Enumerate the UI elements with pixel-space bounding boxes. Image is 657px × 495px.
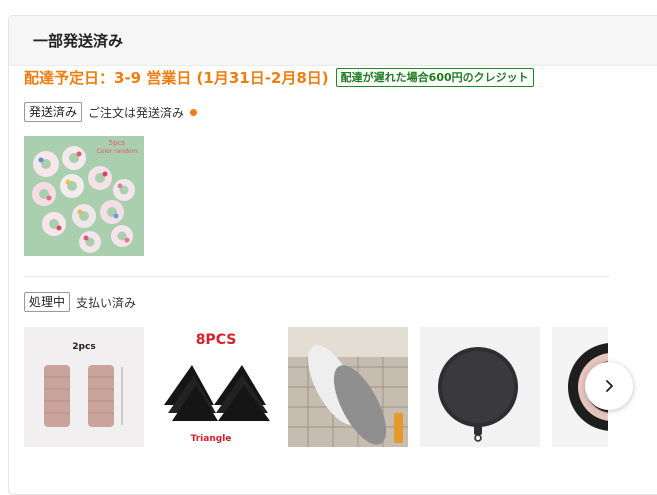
product-thumbnail-insoles[interactable] — [288, 327, 408, 447]
round-pad-image — [420, 327, 540, 447]
product-thumbnail-bandage[interactable]: 2pcs — [24, 327, 144, 447]
product-thumbnail-triangle-pads[interactable]: 8PCS Triangle — [156, 327, 276, 447]
delivery-estimate: 配達予定日：3-9 営業日 (1月31日-2月8日) — [24, 69, 329, 87]
shipped-tag: 発送済み — [24, 102, 83, 122]
washi-tape-image: 5pcs Color random — [24, 136, 144, 256]
triangle-caption: 8PCS — [196, 332, 237, 348]
washi-caption: 5pcs — [109, 139, 126, 147]
shipped-status-row: 発送済み ご注文は発送済み — [24, 102, 198, 122]
shipped-status-text: ご注文は発送済み — [88, 105, 185, 120]
triangle-subcaption: Triangle — [191, 434, 232, 444]
card-header: 一部発送済み — [9, 16, 657, 66]
triangle-pads-image: 8PCS Triangle — [156, 327, 276, 447]
carousel-next-button[interactable] — [585, 362, 633, 410]
late-delivery-credit-badge: 配達が遅れた場合600円のクレジット — [335, 68, 534, 87]
product-thumbnail-round-pad[interactable] — [420, 327, 540, 447]
processing-status-text: 支払い済み — [76, 295, 137, 310]
bandage-image: 2pcs — [24, 327, 144, 447]
processing-tag: 処理中 — [24, 292, 71, 312]
washi-subcaption: Color random — [97, 148, 138, 155]
status-dot-icon — [190, 108, 198, 116]
section-divider — [24, 276, 609, 277]
chevron-right-icon — [606, 380, 613, 392]
insoles-image — [288, 327, 408, 447]
bandage-caption: 2pcs — [72, 342, 95, 352]
processing-status-row: 処理中 支払い済み — [24, 292, 136, 312]
product-thumbnail-washi-tape[interactable]: 5pcs Color random — [24, 136, 144, 256]
delivery-estimate-row: 配達予定日：3-9 営業日 (1月31日-2月8日) 配達が遅れた場合600円の… — [24, 67, 534, 88]
order-status-title: 一部発送済み — [33, 32, 124, 50]
